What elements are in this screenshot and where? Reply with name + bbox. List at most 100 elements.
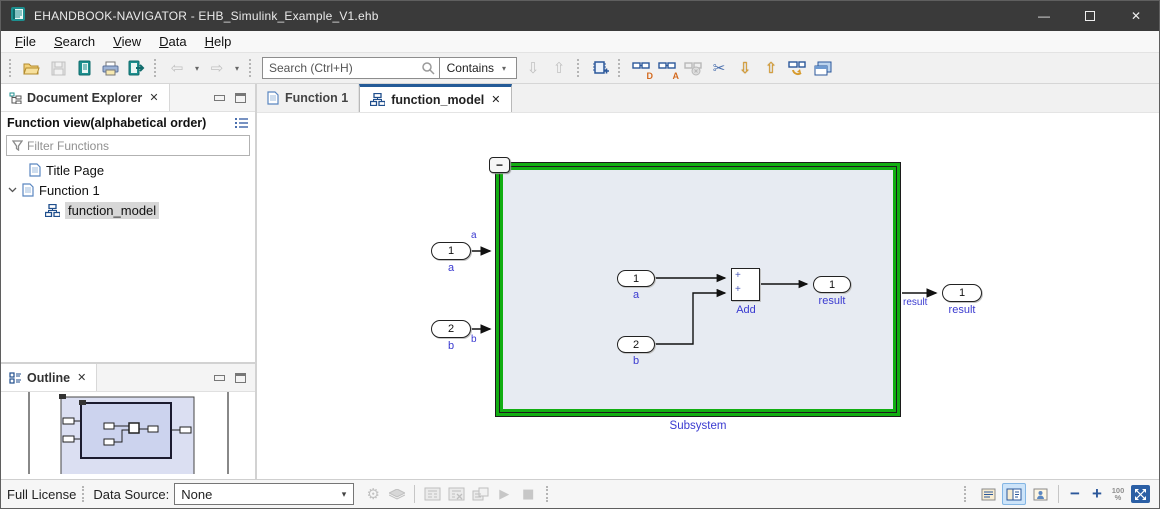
- handbook-button[interactable]: [72, 56, 96, 80]
- show-data-button[interactable]: D: [629, 56, 653, 80]
- signal-label-a: a: [471, 230, 477, 241]
- inner-outport-result[interactable]: 1: [813, 276, 851, 293]
- tree-item-title-page[interactable]: Title Page: [1, 160, 255, 180]
- tab-label: Document Explorer: [27, 91, 142, 105]
- tree-item-function-model[interactable]: function_model: [1, 200, 255, 220]
- tab-outline[interactable]: Outline ✕: [1, 364, 97, 391]
- filter-functions-input[interactable]: [27, 139, 244, 153]
- maximize-panel-icon[interactable]: [235, 93, 246, 103]
- close-icon[interactable]: ✕: [147, 90, 160, 105]
- back-history-dropdown[interactable]: ▾: [191, 56, 203, 80]
- hide-elements-button[interactable]: [681, 56, 705, 80]
- print-icon: [102, 61, 119, 76]
- outport-result[interactable]: 1: [942, 284, 982, 302]
- inport-b[interactable]: 2: [431, 320, 471, 338]
- plus-sign: +: [735, 285, 741, 295]
- chevron-down-icon: ▾: [335, 489, 354, 500]
- inner-inport-b[interactable]: 2: [617, 336, 655, 353]
- expand-model-button[interactable]: [588, 56, 612, 80]
- close-icon[interactable]: ✕: [490, 93, 501, 106]
- print-button[interactable]: [98, 56, 122, 80]
- open-button[interactable]: [20, 56, 44, 80]
- model-icon: [370, 93, 385, 106]
- maximize-panel-icon[interactable]: [235, 373, 246, 383]
- export-handbook-button[interactable]: [124, 56, 148, 80]
- close-icon[interactable]: ✕: [75, 370, 88, 385]
- forward-button[interactable]: ⇨: [205, 56, 229, 80]
- forward-history-dropdown[interactable]: ▾: [231, 56, 243, 80]
- search-input[interactable]: [263, 61, 421, 75]
- measurement-view-button[interactable]: [445, 483, 467, 505]
- gear-icon: ⚙: [367, 485, 380, 503]
- open-in-window-button[interactable]: [811, 56, 835, 80]
- inner-inport-a-label: a: [606, 289, 666, 301]
- menu-search[interactable]: Search: [46, 32, 103, 51]
- experiment-view-button[interactable]: [469, 483, 491, 505]
- handbook-icon: [77, 60, 92, 76]
- tab-function-model[interactable]: function_model ✕: [359, 84, 512, 112]
- gold-down-arrow-icon: ⇩: [739, 59, 752, 77]
- tab-function-1[interactable]: Function 1: [257, 84, 359, 112]
- menu-help[interactable]: Help: [197, 32, 240, 51]
- stop-measurement-button[interactable]: ■: [517, 483, 539, 505]
- letter-d-badge: D: [647, 71, 654, 81]
- outline-icon: [9, 372, 22, 384]
- chevron-down-icon: ▾: [192, 64, 202, 73]
- cut-signal-button[interactable]: ✂: [707, 56, 731, 80]
- zoom-100-button[interactable]: 100%: [1108, 487, 1128, 501]
- split-view-button[interactable]: [1002, 483, 1026, 505]
- inport-a[interactable]: 1: [431, 242, 471, 260]
- fit-to-view-button[interactable]: [1131, 485, 1150, 503]
- menu-file[interactable]: File: [7, 32, 44, 51]
- editor-area: Function 1 function_model ✕ −: [257, 84, 1159, 479]
- data-settings-button[interactable]: ⚙: [362, 483, 384, 505]
- filter-funnel-icon: [12, 140, 23, 151]
- signal-label-result: result: [903, 297, 927, 308]
- minimize-panel-icon[interactable]: [214, 375, 225, 381]
- plus-sign: +: [735, 271, 741, 281]
- function-tree: Title Page Function 1 function_model: [1, 160, 255, 220]
- save-button[interactable]: [46, 56, 70, 80]
- view-menu-icon[interactable]: [235, 117, 249, 129]
- tree-item-function-1[interactable]: Function 1: [1, 180, 255, 200]
- person-icon: [1033, 488, 1048, 501]
- toolbar-handle: [9, 59, 14, 77]
- single-page-view-button[interactable]: [976, 483, 1000, 505]
- model-icon: [45, 204, 60, 217]
- data-source-select[interactable]: None ▾: [174, 483, 354, 505]
- back-to-parent-button[interactable]: [785, 56, 809, 80]
- outline-thumbnail[interactable]: [1, 392, 255, 479]
- maximize-button[interactable]: [1067, 1, 1113, 31]
- close-button[interactable]: ✕: [1113, 1, 1159, 31]
- block-return-icon: [788, 60, 806, 76]
- outline-minimap: [1, 392, 255, 474]
- outline-panel: Outline ✕: [1, 364, 255, 479]
- go-into-subsystem-button[interactable]: ⇩: [733, 56, 757, 80]
- tree-item-label-selected: function_model: [65, 202, 159, 219]
- show-annotations-button[interactable]: A: [655, 56, 679, 80]
- presenter-view-button[interactable]: [1028, 483, 1052, 505]
- minimize-panel-icon[interactable]: [214, 95, 225, 101]
- gold-up-arrow-icon: ⇧: [765, 59, 778, 77]
- next-result-button[interactable]: ⇩: [521, 56, 545, 80]
- zoom-in-button[interactable]: +: [1086, 484, 1108, 504]
- tab-document-explorer[interactable]: Document Explorer ✕: [1, 84, 170, 111]
- menu-view[interactable]: View: [105, 32, 149, 51]
- expander-icon[interactable]: [7, 187, 17, 193]
- collapse-subsystem-button[interactable]: −: [489, 157, 510, 173]
- search-mode-dropdown[interactable]: Contains▾: [440, 61, 516, 75]
- calibration-view-button[interactable]: [421, 483, 443, 505]
- start-measurement-button[interactable]: ▶: [493, 483, 515, 505]
- zoom-out-button[interactable]: −: [1064, 484, 1086, 504]
- minimize-button[interactable]: —: [1021, 1, 1067, 31]
- data-layers-button[interactable]: [386, 483, 408, 505]
- model-canvas[interactable]: − 1 a a 2: [257, 113, 1159, 479]
- back-button[interactable]: ⇦: [165, 56, 189, 80]
- menu-data[interactable]: Data: [151, 32, 194, 51]
- tab-label: function_model: [391, 93, 484, 107]
- document-icon: [22, 183, 34, 197]
- previous-result-button[interactable]: ⇧: [547, 56, 571, 80]
- inner-inport-a[interactable]: 1: [617, 270, 655, 287]
- go-up-subsystem-button[interactable]: ⇧: [759, 56, 783, 80]
- add-block[interactable]: + +: [731, 268, 760, 301]
